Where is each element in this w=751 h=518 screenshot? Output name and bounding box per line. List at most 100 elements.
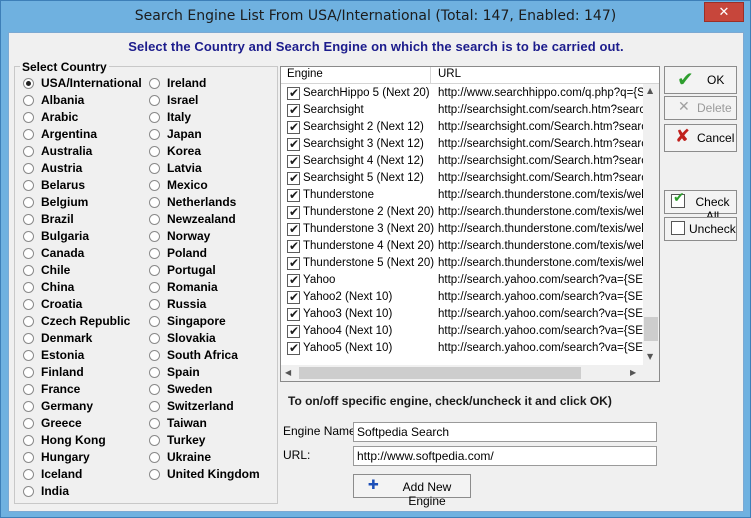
radio-empty-icon[interactable] [23,146,34,157]
radio-empty-icon[interactable] [149,401,160,412]
engine-enabled-checkbox[interactable] [287,136,300,153]
radio-empty-icon[interactable] [149,265,160,276]
radio-empty-icon[interactable] [23,469,34,480]
radio-empty-icon[interactable] [23,350,34,361]
radio-empty-icon[interactable] [149,112,160,123]
radio-empty-icon[interactable] [149,316,160,327]
radio-empty-icon[interactable] [149,163,160,174]
radio-selected-icon[interactable] [23,78,34,89]
radio-empty-icon[interactable] [23,265,34,276]
engine-row[interactable]: Yahoo5 (Next 10) http://search.yahoo.com/… [281,340,643,357]
radio-empty-icon[interactable] [149,248,160,259]
scroll-right-icon[interactable]: ▶ [630,368,636,377]
engine-row[interactable]: Searchsight 5 (Next 12) http://searchsigh… [281,170,643,187]
radio-empty-icon[interactable] [149,333,160,344]
engine-enabled-checkbox[interactable] [287,153,300,170]
engine-row[interactable]: Thunderstone 3 (Next 20)http://search.th… [281,221,643,238]
radio-empty-icon[interactable] [149,350,160,361]
radio-empty-icon[interactable] [23,401,34,412]
column-divider[interactable] [430,67,431,84]
engine-enabled-checkbox[interactable] [287,238,300,255]
radio-empty-icon[interactable] [23,163,34,174]
radio-empty-icon[interactable] [149,435,160,446]
engine-enabled-checkbox[interactable] [287,85,300,102]
radio-empty-icon[interactable] [23,316,34,327]
engine-enabled-checkbox[interactable] [287,323,300,340]
radio-empty-icon[interactable] [23,384,34,395]
radio-empty-icon[interactable] [23,486,34,497]
vertical-scrollbar[interactable]: ▲ ▼ [643,84,659,365]
radio-empty-icon[interactable] [149,384,160,395]
radio-empty-icon[interactable] [149,146,160,157]
column-header-url[interactable]: URL [438,68,461,80]
radio-empty-icon[interactable] [23,214,34,225]
radio-empty-icon[interactable] [23,282,34,293]
vertical-scroll-thumb[interactable] [644,317,658,341]
radio-empty-icon[interactable] [149,367,160,378]
check-all-button[interactable]: ✔ Check All [664,190,737,223]
radio-empty-icon[interactable] [23,231,34,242]
scroll-left-icon[interactable]: ◀ [285,368,291,377]
radio-empty-icon[interactable] [23,197,34,208]
scroll-down-icon[interactable]: ▼ [647,352,653,361]
radio-empty-icon[interactable] [149,214,160,225]
engine-enabled-checkbox[interactable] [287,340,300,357]
radio-empty-icon[interactable] [149,418,160,429]
engine-row[interactable]: Searchsight http://searchsight.com/search… [281,102,643,119]
radio-empty-icon[interactable] [23,180,34,191]
engine-row[interactable]: SearchHippo 5 (Next 20) http://www.search… [281,85,643,102]
engine-row[interactable]: Thunderstone http://search.thunderstone.c… [281,187,643,204]
horizontal-scrollbar[interactable]: ◀ ▶ [281,365,643,381]
close-button[interactable]: ✕ [704,2,744,22]
radio-empty-icon[interactable] [149,197,160,208]
engine-enabled-checkbox[interactable] [287,272,300,289]
radio-empty-icon[interactable] [149,469,160,480]
radio-empty-icon[interactable] [23,435,34,446]
engine-enabled-checkbox[interactable] [287,187,300,204]
radio-empty-icon[interactable] [23,299,34,310]
uncheck-button[interactable]: Uncheck [664,217,737,241]
radio-empty-icon[interactable] [23,418,34,429]
radio-empty-icon[interactable] [23,333,34,344]
engine-enabled-checkbox[interactable] [287,221,300,238]
radio-empty-icon[interactable] [149,231,160,242]
radio-empty-icon[interactable] [23,129,34,140]
engine-row[interactable]: Thunderstone 4 (Next 20)http://search.th… [281,238,643,255]
radio-empty-icon[interactable] [23,95,34,106]
engine-row[interactable]: Searchsight 2 (Next 12) http://searchsigh… [281,119,643,136]
radio-empty-icon[interactable] [23,248,34,259]
radio-empty-icon[interactable] [149,95,160,106]
engine-row[interactable]: Yahoo4 (Next 10) http://search.yahoo.com/… [281,323,643,340]
engine-row[interactable]: Searchsight 3 (Next 12) http://searchsigh… [281,136,643,153]
delete-button[interactable]: ✕ Delete [664,96,737,120]
radio-empty-icon[interactable] [149,299,160,310]
engine-enabled-checkbox[interactable] [287,255,300,272]
add-new-engine-button[interactable]: ✚ Add New Engine [353,474,471,508]
horizontal-scroll-thumb[interactable] [299,367,581,379]
radio-empty-icon[interactable] [149,78,160,89]
engine-row[interactable]: Thunderstone 2 (Next 20)http://search.th… [281,204,643,221]
radio-empty-icon[interactable] [149,180,160,191]
title-bar[interactable]: Search Engine List From USA/Internationa… [1,1,750,32]
engine-enabled-checkbox[interactable] [287,119,300,136]
engine-name-input[interactable]: Softpedia Search [353,422,657,442]
engine-enabled-checkbox[interactable] [287,204,300,221]
engine-enabled-checkbox[interactable] [287,170,300,187]
radio-empty-icon[interactable] [149,452,160,463]
url-input[interactable]: http://www.softpedia.com/ [353,446,657,466]
radio-empty-icon[interactable] [23,452,34,463]
engine-enabled-checkbox[interactable] [287,102,300,119]
scroll-up-icon[interactable]: ▲ [647,86,653,95]
engine-row[interactable]: Yahoo2 (Next 10) http://search.yahoo.com/… [281,289,643,306]
engine-row[interactable]: Searchsight 4 (Next 12) http://searchsigh… [281,153,643,170]
engine-enabled-checkbox[interactable] [287,306,300,323]
engine-enabled-checkbox[interactable] [287,289,300,306]
ok-button[interactable]: ✔ OK [664,66,737,94]
radio-empty-icon[interactable] [149,282,160,293]
radio-empty-icon[interactable] [149,129,160,140]
radio-empty-icon[interactable] [23,112,34,123]
radio-empty-icon[interactable] [23,367,34,378]
engine-row[interactable]: Yahoo http://search.yahoo.com/search?va={… [281,272,643,289]
engine-row[interactable]: Yahoo3 (Next 10) http://search.yahoo.com/… [281,306,643,323]
engine-row[interactable]: Thunderstone 5 (Next 20)http://search.th… [281,255,643,272]
